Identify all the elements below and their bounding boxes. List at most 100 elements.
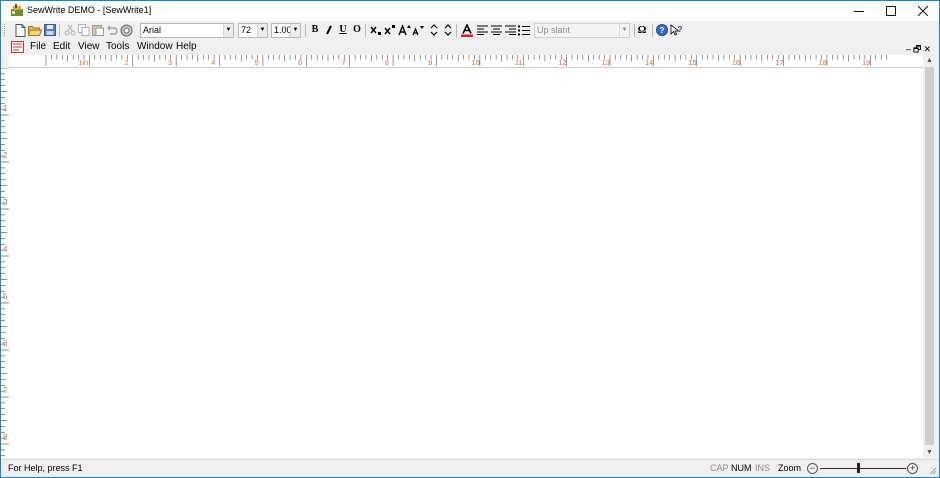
list-icon bbox=[518, 25, 530, 35]
grow-font-button[interactable] bbox=[397, 23, 411, 37]
spacing-up-button[interactable] bbox=[427, 23, 441, 37]
paste-button[interactable] bbox=[91, 23, 105, 37]
close-button[interactable] bbox=[907, 1, 939, 21]
copy-icon bbox=[78, 24, 90, 36]
resize-grip-icon[interactable] bbox=[929, 467, 937, 475]
ruler-label: 12 bbox=[558, 58, 566, 67]
ruler-label: 3 bbox=[168, 58, 172, 67]
vertical-scrollbar[interactable]: ▲ ▼ bbox=[923, 55, 936, 458]
new-file-button[interactable] bbox=[13, 23, 27, 37]
symbol-button[interactable]: Ω bbox=[635, 23, 649, 37]
mdi-restore-icon[interactable]: 🗗 bbox=[913, 44, 923, 54]
undo-icon bbox=[107, 25, 118, 35]
vertical-ruler: 1 2 3 4 5 6 7 8 bbox=[1, 68, 9, 458]
ruler-label: 7 bbox=[3, 386, 8, 395]
chevron-down-icon: ▼ bbox=[290, 24, 300, 37]
scroll-down-icon[interactable]: ▼ bbox=[923, 447, 936, 458]
scroll-thumb[interactable] bbox=[925, 67, 934, 445]
undo-button[interactable] bbox=[105, 23, 119, 37]
num-indicator: NUM bbox=[731, 463, 752, 473]
zoom-out-button[interactable]: − bbox=[807, 463, 818, 474]
mdi-close-icon[interactable]: ✕ bbox=[923, 44, 933, 54]
title-bar[interactable]: SewWrite DEMO - [SewWrite1] bbox=[1, 1, 939, 21]
ruler-label: 6 bbox=[3, 339, 8, 348]
outline-button[interactable]: O bbox=[350, 23, 364, 37]
window-title: SewWrite DEMO - [SewWrite1] bbox=[27, 5, 152, 15]
align-center-button[interactable] bbox=[489, 23, 503, 37]
close-icon bbox=[918, 6, 928, 16]
toolbar-separator bbox=[59, 24, 60, 37]
toolbar-separator bbox=[365, 24, 366, 37]
app-icon bbox=[11, 4, 23, 16]
align-right-button[interactable] bbox=[503, 23, 517, 37]
minimize-icon bbox=[854, 11, 864, 12]
ruler-label: 5 bbox=[255, 58, 259, 67]
font-size-select[interactable]: 72 ▼ bbox=[238, 23, 268, 38]
font-color-icon bbox=[461, 23, 473, 37]
ruler-label: 16 bbox=[732, 58, 740, 67]
menu-view[interactable]: View bbox=[78, 41, 100, 53]
superscript-button[interactable] bbox=[383, 23, 397, 37]
ruler-label: 7 bbox=[341, 58, 345, 67]
italic-icon bbox=[326, 25, 332, 35]
toolbar-separator bbox=[456, 24, 457, 37]
ruler-label: 19 bbox=[862, 58, 870, 67]
chevron-down-icon: ▼ bbox=[223, 24, 233, 37]
font-name-select[interactable]: Arial ▼ bbox=[140, 23, 234, 38]
subscript-icon bbox=[370, 26, 381, 35]
italic-button[interactable] bbox=[322, 23, 336, 37]
spacing-value: 1.00 bbox=[274, 25, 292, 35]
shrink-font-icon bbox=[411, 26, 424, 36]
spacing-select[interactable]: 1.00 ▼ bbox=[271, 23, 301, 38]
menu-file[interactable]: File bbox=[30, 41, 46, 53]
scroll-up-icon[interactable]: ▲ bbox=[923, 55, 936, 66]
help-button[interactable]: ? bbox=[655, 23, 669, 37]
ruler-label: 3 bbox=[3, 198, 8, 207]
app-window: SewWrite DEMO - [SewWrite1] Arial ▼ 72 ▼… bbox=[0, 0, 940, 478]
font-color-button[interactable] bbox=[460, 23, 474, 37]
context-help-button[interactable]: ? bbox=[669, 23, 683, 37]
grow-font-icon bbox=[397, 24, 411, 36]
new-file-icon bbox=[15, 23, 25, 37]
menu-tools[interactable]: Tools bbox=[106, 41, 129, 53]
toolbar-separator bbox=[652, 24, 653, 37]
zoom-slider-thumb[interactable] bbox=[857, 463, 861, 473]
zoom-slider[interactable] bbox=[820, 468, 906, 469]
main-toolbar: Arial ▼ 72 ▼ 1.00 ▼ B U O Up slant ▼ Ω ?… bbox=[1, 21, 939, 40]
document-icon[interactable] bbox=[11, 41, 24, 53]
mdi-minimize-icon[interactable]: – bbox=[906, 44, 913, 54]
align-center-icon bbox=[490, 25, 502, 35]
paste-icon bbox=[92, 25, 104, 36]
bold-button[interactable]: B bbox=[308, 23, 322, 37]
spacing-down-button[interactable] bbox=[441, 23, 455, 37]
open-button[interactable] bbox=[28, 23, 42, 37]
ruler-label: 2 bbox=[3, 151, 8, 160]
menu-help[interactable]: Help bbox=[176, 41, 197, 53]
help-hint: For Help, press F1 bbox=[8, 463, 83, 473]
shrink-font-button[interactable] bbox=[411, 23, 425, 37]
list-button[interactable] bbox=[517, 23, 531, 37]
document-canvas[interactable] bbox=[9, 68, 923, 458]
slant-style-select[interactable]: Up slant ▼ bbox=[534, 23, 630, 38]
copy-button[interactable] bbox=[77, 23, 91, 37]
ruler-label: 1in bbox=[78, 58, 88, 67]
ruler-label: 4 bbox=[211, 58, 215, 67]
zoom-in-button[interactable]: + bbox=[907, 463, 918, 474]
underline-button[interactable]: U bbox=[336, 23, 350, 37]
menu-edit[interactable]: Edit bbox=[53, 41, 70, 53]
minimize-button[interactable] bbox=[843, 1, 875, 21]
toolbar-separator bbox=[305, 24, 306, 37]
toolbar-grip[interactable] bbox=[4, 24, 6, 37]
maximize-button[interactable] bbox=[875, 1, 907, 21]
spacing-up-down-icon bbox=[430, 24, 438, 36]
maximize-icon bbox=[886, 6, 896, 16]
subscript-button[interactable] bbox=[369, 23, 383, 37]
ruler-label: 9 bbox=[428, 58, 432, 67]
cut-button[interactable] bbox=[63, 23, 77, 37]
align-left-button[interactable] bbox=[475, 23, 489, 37]
status-bar: For Help, press F1 CAP NUM INS Zoom − + bbox=[1, 459, 939, 477]
print-button[interactable] bbox=[119, 23, 133, 37]
save-button[interactable] bbox=[43, 23, 57, 37]
menu-window[interactable]: Window bbox=[137, 41, 173, 53]
ruler-label: 14 bbox=[645, 58, 653, 67]
